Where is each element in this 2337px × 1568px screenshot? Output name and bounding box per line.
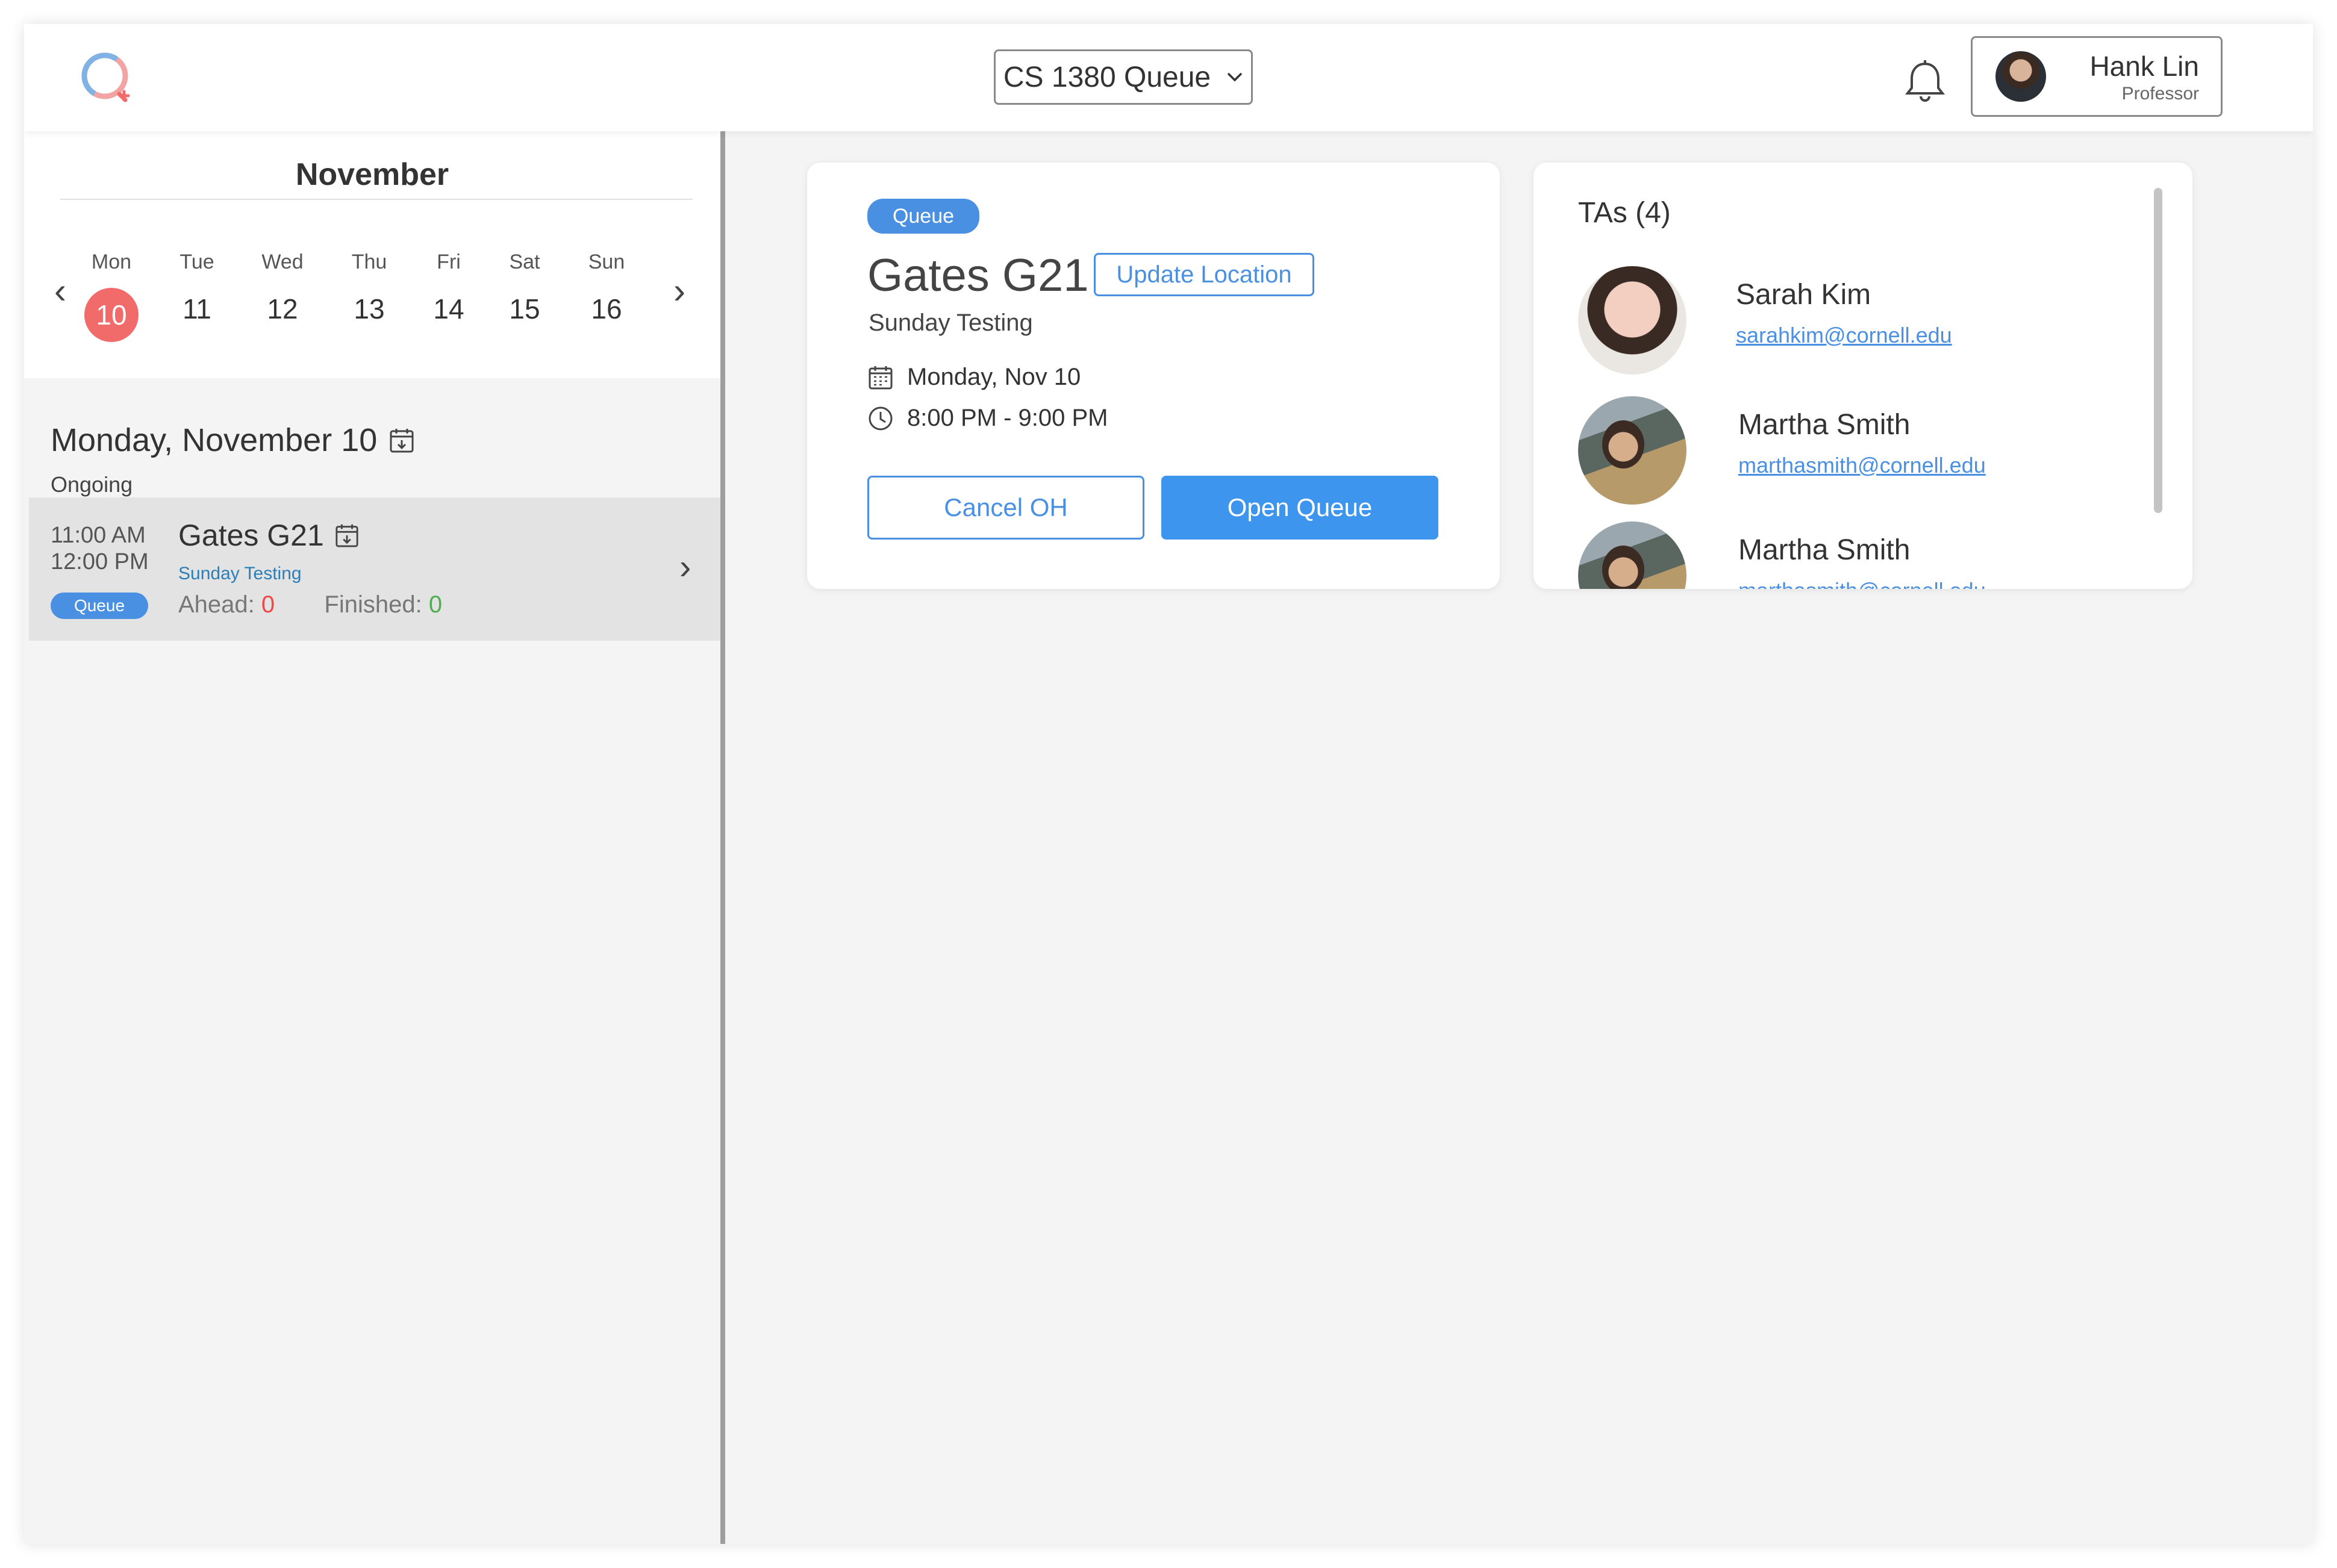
ahead-label: Ahead:	[178, 591, 255, 618]
ta-name: Martha Smith	[1738, 409, 1911, 441]
finished-label: Finished:	[324, 591, 422, 618]
session-end-time: 12:00 PM	[51, 549, 149, 574]
user-name: Hank Lin	[2089, 51, 2199, 82]
day-name: Sun	[588, 250, 625, 273]
day-date: 13	[354, 293, 385, 325]
session-stats: Ahead: 0 Finished: 0	[178, 591, 442, 618]
oh-time-row: 8:00 PM - 9:00 PM	[867, 405, 1108, 432]
day-name: Wed	[261, 250, 304, 273]
oh-subtitle: Sunday Testing	[869, 310, 1033, 336]
ta-list-item: Martha Smith marthasmith@cornell.edu	[1534, 396, 2136, 517]
oh-location-title: Gates G21	[867, 250, 1089, 301]
ta-avatar	[1578, 521, 1686, 589]
calendar-add-icon[interactable]	[389, 427, 414, 453]
bell-icon[interactable]	[1901, 58, 1949, 106]
tas-scrollbar[interactable]	[2154, 188, 2162, 513]
app-window: CS 1380 Queue Hank Lin Professor Novembe…	[24, 24, 2313, 1544]
day-date: 11	[183, 293, 211, 325]
selected-date-text: Monday, November 10	[51, 422, 378, 458]
ta-list-item: Martha Smith marthasmith@cornell.edu	[1534, 521, 2136, 589]
day-name: Thu	[351, 250, 387, 273]
day-date: 14	[433, 293, 464, 325]
calendar-add-icon[interactable]	[335, 523, 359, 548]
day-name: Tue	[179, 250, 214, 273]
ta-name: Martha Smith	[1738, 534, 1911, 566]
oh-date: Monday, Nov 10	[907, 364, 1081, 390]
prev-week-button[interactable]: ‹	[54, 270, 66, 311]
next-week-button[interactable]: ›	[673, 270, 685, 311]
calendar-month: November	[295, 157, 449, 192]
day-name: Fri	[437, 250, 461, 273]
oh-type-badge: Queue	[867, 199, 979, 234]
chevron-down-icon	[1227, 72, 1243, 82]
ahead-count: 0	[261, 591, 275, 618]
course-select-label: CS 1380 Queue	[1003, 61, 1211, 93]
ta-email-link[interactable]: marthasmith@cornell.edu	[1738, 578, 1986, 589]
day-date: 16	[591, 293, 622, 325]
oh-time: 8:00 PM - 9:00 PM	[907, 405, 1108, 431]
ta-avatar	[1578, 266, 1686, 375]
user-avatar	[1995, 51, 2046, 102]
ta-name: Sarah Kim	[1736, 279, 1871, 311]
course-select[interactable]: CS 1380 Queue	[994, 49, 1253, 105]
day-name: Mon	[91, 250, 132, 273]
ta-email-link[interactable]: marthasmith@cornell.edu	[1738, 453, 1986, 478]
session-status: Ongoing	[51, 472, 133, 497]
chevron-right-icon[interactable]: ›	[679, 547, 691, 587]
top-header: CS 1380 Queue Hank Lin Professor	[24, 24, 2313, 131]
update-location-button[interactable]: Update Location	[1094, 253, 1314, 296]
session-list-item[interactable]: 11:00 AM 12:00 PM Queue Gates G21 Sunday…	[29, 497, 720, 641]
ta-email-link[interactable]: sarahkim@cornell.edu	[1736, 323, 1952, 348]
day-date-selected: 10	[84, 288, 139, 342]
user-role: Professor	[2121, 84, 2199, 104]
ta-avatar	[1578, 396, 1686, 505]
sidebar: November ‹ › Mon 10 Tue 11 Wed 12 Thu 13…	[24, 131, 725, 1544]
queueme-logo-icon[interactable]	[77, 48, 137, 108]
open-queue-button[interactable]: Open Queue	[1161, 476, 1438, 540]
session-subtitle: Sunday Testing	[178, 564, 302, 583]
divider	[60, 199, 693, 200]
tas-card: TAs (4) Sarah Kim sarahkim@cornell.edu M…	[1534, 163, 2192, 589]
office-hour-card: Queue Gates G21 Update Location Sunday T…	[807, 163, 1500, 589]
ta-list-item: Sarah Kim sarahkim@cornell.edu	[1534, 266, 2136, 387]
day-date: 12	[267, 293, 298, 325]
day-date: 15	[509, 293, 540, 325]
clock-icon	[869, 406, 893, 430]
calendar-icon	[869, 366, 893, 389]
tas-title: TAs (4)	[1578, 197, 1671, 229]
cancel-oh-button[interactable]: Cancel OH	[867, 476, 1144, 540]
user-menu[interactable]: Hank Lin Professor	[1971, 36, 2223, 117]
week-calendar: November ‹ › Mon 10 Tue 11 Wed 12 Thu 13…	[24, 131, 720, 378]
session-title: Gates G21	[178, 518, 359, 553]
selected-date-heading: Monday, November 10	[51, 422, 414, 459]
finished-count: 0	[428, 591, 443, 618]
session-title-text: Gates G21	[178, 518, 324, 552]
session-type-badge: Queue	[51, 593, 148, 619]
day-name: Sat	[509, 250, 540, 273]
oh-date-row: Monday, Nov 10	[867, 364, 1081, 391]
session-start-time: 11:00 AM	[51, 523, 146, 548]
